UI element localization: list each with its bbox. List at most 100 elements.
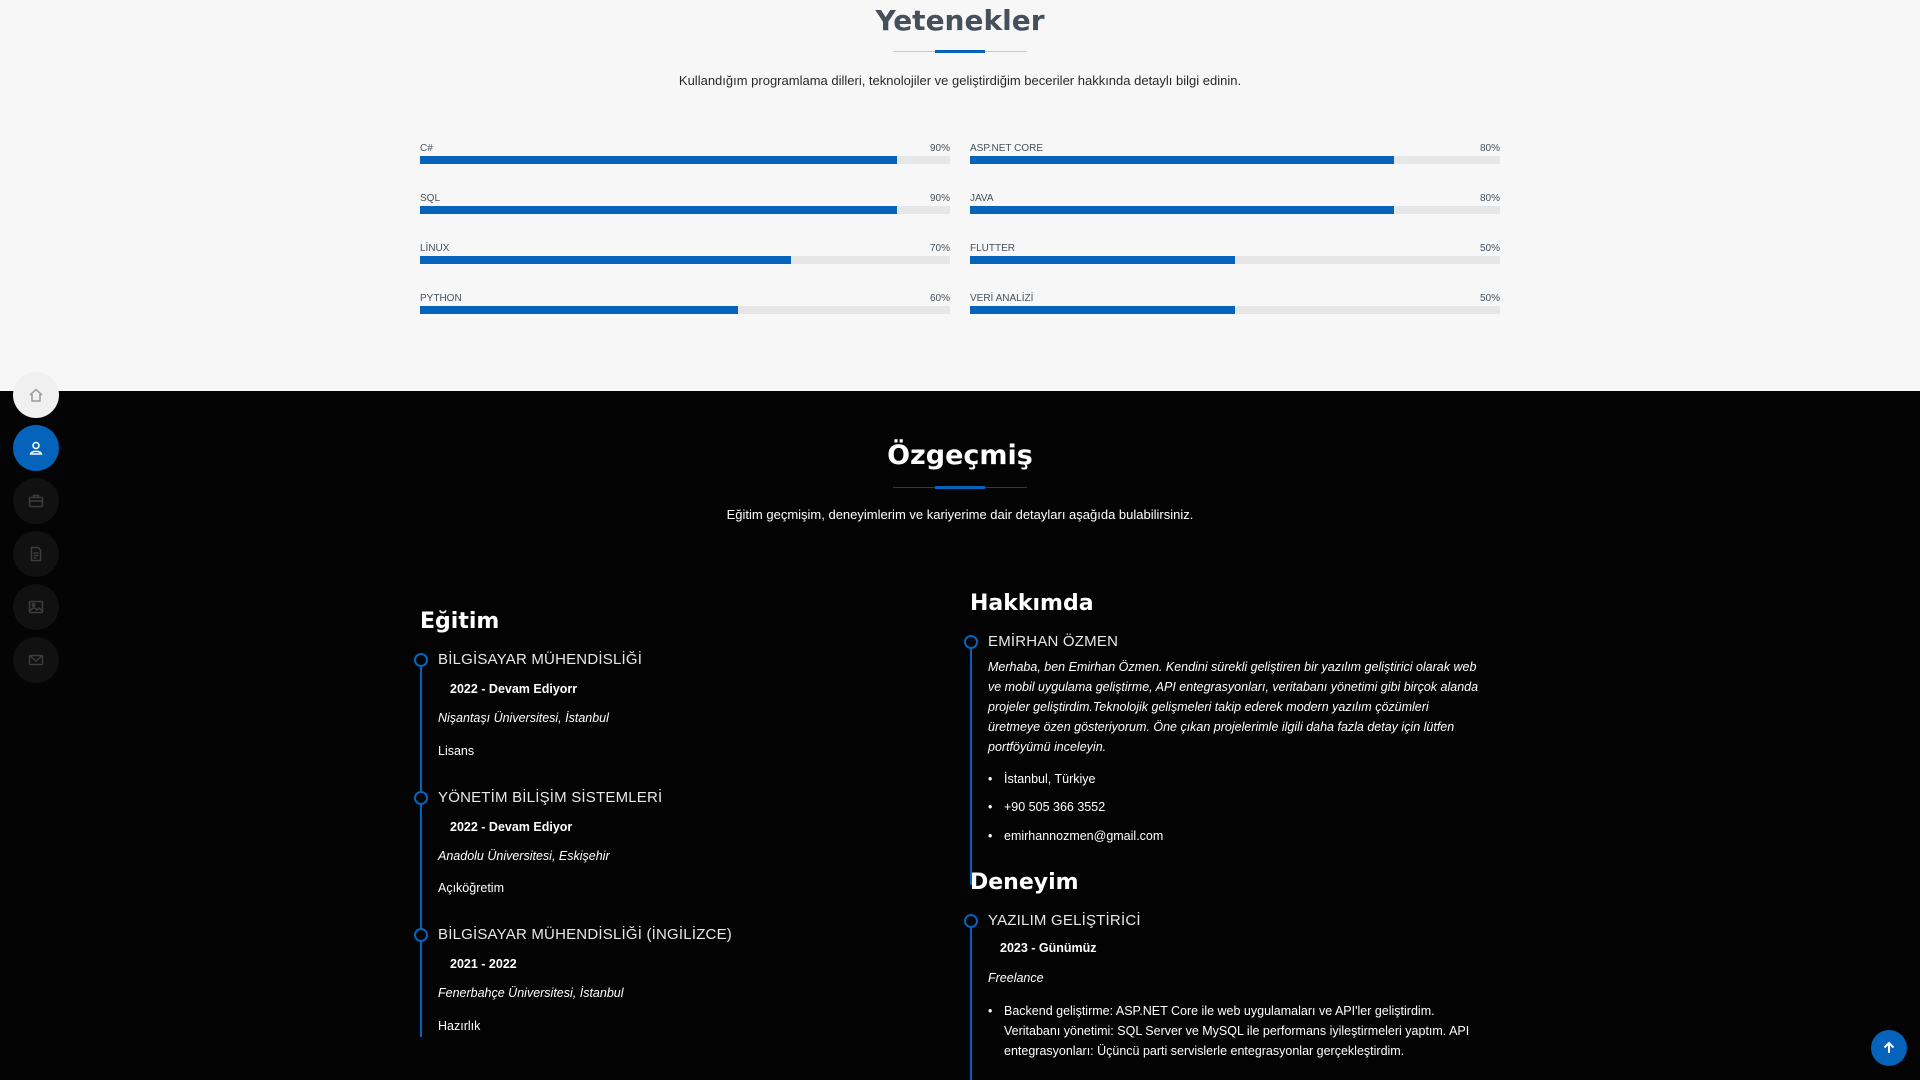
progress-fill: [420, 206, 897, 214]
timeline-dot: [414, 791, 428, 805]
nav-home[interactable]: [13, 372, 59, 418]
mail-icon: [28, 654, 44, 666]
timeline-line: [970, 920, 972, 1080]
skill-bar: ASP.NET CORE 80%: [970, 143, 1500, 173]
skill-name: PYTHON: [420, 293, 462, 304]
nav-portfolio[interactable]: [13, 531, 59, 577]
home-icon: [29, 388, 43, 402]
education-item-type: Hazırlık: [438, 1019, 481, 1033]
education-item-title: YÖNETİM BİLİŞİM SİSTEMLERİ: [438, 789, 663, 806]
skills-title: Yetenekler: [875, 4, 1045, 37]
skill-value: 90%: [929, 193, 950, 204]
nav-resume[interactable]: [13, 478, 59, 524]
resume-title: Özgeçmiş: [887, 440, 1033, 471]
skill-name: C#: [420, 143, 433, 154]
skill-name: LİNUX: [420, 243, 450, 254]
image-icon: [28, 600, 44, 614]
skill-name: FLUTTER: [970, 243, 1015, 254]
about-text-line: ve mobil uygulama geliştirme, API entegr…: [988, 680, 1479, 694]
progress-track: [970, 156, 1500, 164]
education-item-school: Anadolu Üniversitesi, Eskişehir: [438, 849, 610, 863]
skill-bar: PYTHON 60%: [420, 293, 950, 323]
skill-bar: C# 90%: [420, 143, 950, 173]
file-icon: [30, 546, 42, 562]
education-item-school: Nişantaşı Üniversitesi, İstanbul: [438, 711, 609, 725]
progress-track: [420, 256, 950, 264]
skill-bar: SQL 90%: [420, 193, 950, 223]
about-text: Merhaba, ben Emirhan Özmen. Kendini süre…: [988, 657, 1508, 757]
progress-track: [970, 206, 1500, 214]
about-email: emirhannozmen@gmail.com: [988, 826, 1504, 846]
nav-contact[interactable]: [13, 637, 59, 683]
skill-name: SQL: [420, 193, 441, 204]
progress-track: [420, 306, 950, 314]
progress-fill: [970, 156, 1394, 164]
progress-fill: [420, 306, 738, 314]
skill-bar: LİNUX 70%: [420, 243, 950, 273]
timeline-dot: [414, 653, 428, 667]
timeline-dot: [964, 635, 978, 649]
about-location: İstanbul, Türkiye: [988, 769, 1504, 789]
education-item-date: 2021 - 2022: [450, 957, 517, 971]
arrow-up-icon: [1883, 1041, 1895, 1053]
progress-fill: [970, 206, 1394, 214]
briefcase-icon: [28, 494, 44, 508]
about-text-line: portföyümü inceleyin.: [988, 740, 1107, 754]
education-item-date: 2022 - Devam Ediyor: [450, 820, 573, 834]
about-title: Hakkımda: [970, 591, 1094, 616]
skills-description: Kullandığım programlama dilleri, teknolo…: [678, 73, 1242, 88]
title-accent: [935, 50, 985, 53]
timeline-line: [420, 659, 422, 1037]
skill-value: 60%: [929, 293, 950, 304]
experience-line: entegrasyonları: Üçüncü parti servislerl…: [1004, 1044, 1405, 1058]
skill-value: 80%: [1479, 143, 1500, 154]
timeline-dot: [414, 928, 428, 942]
experience-line: Veritabanı yönetimi: SQL Server ve MySQL…: [1004, 1024, 1470, 1038]
progress-fill: [970, 256, 1235, 264]
progress-track: [970, 256, 1500, 264]
experience-description: Backend geliştirme: ASP.NET Core ile web…: [988, 1001, 1504, 1061]
nav-about[interactable]: [13, 425, 59, 471]
skill-value: 70%: [929, 243, 950, 254]
experience-line: Backend geliştirme: ASP.NET Core ile web…: [1004, 1004, 1435, 1018]
skills-section: Yetenekler Kullandığım programlama dille…: [0, 0, 1920, 391]
resume-description: Eğitim geçmişim, deneyimlerim ve kariyer…: [726, 507, 1194, 522]
resume-section: Özgeçmiş Eğitim geçmişim, deneyimlerim v…: [0, 391, 1920, 1080]
skill-value: 80%: [1479, 193, 1500, 204]
skill-bar: JAVA 80%: [970, 193, 1500, 223]
skill-name: ASP.NET CORE: [970, 143, 1043, 154]
timeline-line: [970, 641, 972, 885]
experience-date: 2023 - Günümüz: [1000, 941, 1097, 955]
progress-track: [970, 306, 1500, 314]
progress-track: [420, 206, 950, 214]
nav-gallery[interactable]: [13, 584, 59, 630]
skill-name: VERİ ANALİZİ: [970, 293, 1034, 304]
timeline-dot: [964, 914, 978, 928]
education-item-date: 2022 - Devam Ediyorr: [450, 682, 578, 696]
about-text-line: Merhaba, ben Emirhan Özmen. Kendini süre…: [988, 660, 1477, 674]
skill-value: 50%: [1479, 293, 1500, 304]
education-item-title: BİLGİSAYAR MÜHENDİSLİĞİ (İNGİLİZCE): [438, 926, 732, 943]
about-name: EMİRHAN ÖZMEN: [988, 633, 1119, 650]
education-title: Eğitim: [420, 609, 500, 634]
experience-job-title: YAZILIM GELİŞTİRİCİ: [988, 912, 1141, 929]
progress-track: [420, 156, 950, 164]
about-text-line: üretmeye özen gösteriyorum. Öne çıkan pr…: [988, 720, 1455, 734]
education-item-type: Açıköğretim: [438, 881, 504, 895]
skill-bar: FLUTTER 50%: [970, 243, 1500, 273]
experience-title: Deneyim: [970, 870, 1079, 895]
education-item-type: Lisans: [438, 744, 475, 758]
skill-value: 50%: [1479, 243, 1500, 254]
skill-name: JAVA: [970, 193, 994, 204]
about-text-line: projeler geliştirdim.Teknolojik gelişmel…: [988, 700, 1429, 714]
education-item-title: BİLGİSAYAR MÜHENDİSLİĞİ: [438, 651, 643, 668]
title-accent: [935, 486, 985, 489]
progress-fill: [970, 306, 1235, 314]
about-phone: +90 505 366 3552: [988, 797, 1504, 817]
progress-fill: [420, 156, 897, 164]
user-icon: [29, 441, 43, 455]
skill-bar: VERİ ANALİZİ 50%: [970, 293, 1500, 323]
education-item-school: Fenerbahçe Üniversitesi, İstanbul: [438, 986, 624, 1000]
skill-value: 90%: [929, 143, 950, 154]
back-to-top-button[interactable]: [1871, 1030, 1907, 1066]
